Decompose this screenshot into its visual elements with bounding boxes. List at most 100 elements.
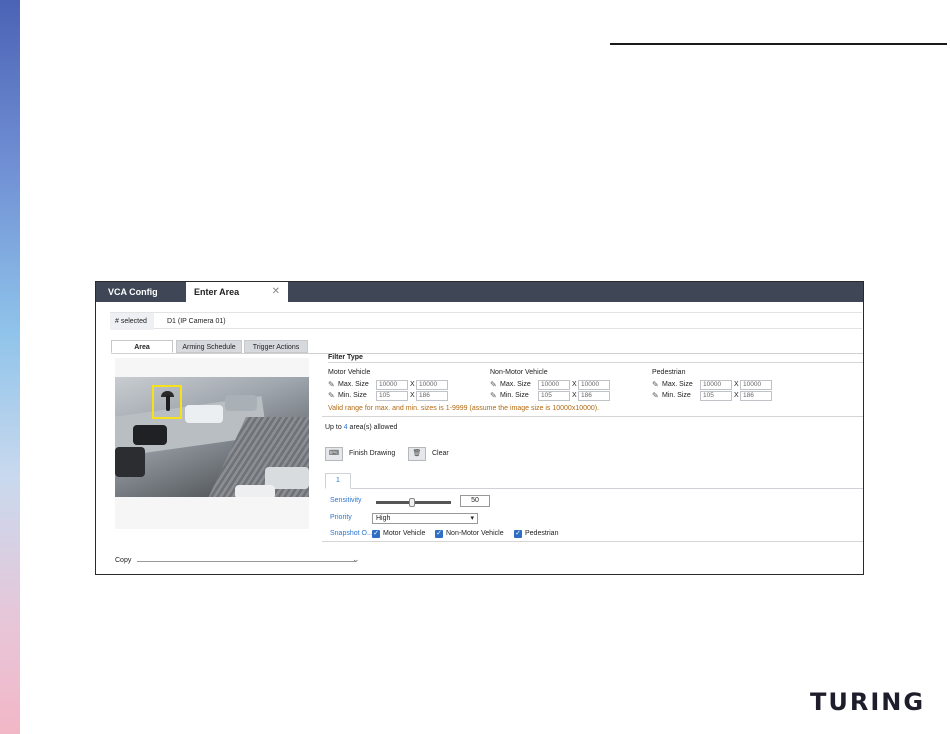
- vca-screenshot: VCA Config Enter Area ✕ # selected D1 (I…: [95, 281, 864, 575]
- pencil-icon[interactable]: ✎: [490, 391, 497, 401]
- tab-enter-area-label: Enter Area: [194, 287, 240, 297]
- min-size-label: Min. Size: [662, 392, 691, 399]
- max-size-row: ✎ Max. Size 10000 X 10000: [490, 380, 650, 391]
- subtab-divider: [111, 353, 863, 354]
- selected-camera: D1 (IP Camera 01): [167, 318, 226, 325]
- max-height-input[interactable]: 10000: [416, 380, 448, 390]
- section-divider: [322, 541, 863, 542]
- tab-bar: VCA Config Enter Area ✕: [96, 282, 863, 302]
- close-icon[interactable]: ✕: [272, 282, 280, 302]
- snapshot-label: Snapshot O...: [330, 530, 373, 537]
- section-divider: [322, 416, 863, 417]
- max-height-input[interactable]: 10000: [740, 380, 772, 390]
- priority-label: Priority: [330, 514, 352, 521]
- sensitivity-label: Sensitivity: [330, 497, 362, 504]
- subtab-arming-schedule[interactable]: Arming Schedule: [176, 340, 242, 353]
- copy-label[interactable]: Copy: [115, 557, 131, 564]
- times-sign: X: [734, 392, 739, 399]
- column-title: Motor Vehicle: [328, 369, 371, 376]
- min-width-input[interactable]: 105: [538, 391, 570, 401]
- min-size-row: ✎ Min. Size 105 X 186: [490, 391, 650, 402]
- filter-column-motor-vehicle: Motor Vehicle ✎ Max. Size 10000 X 10000 …: [328, 369, 488, 402]
- min-size-label: Min. Size: [500, 392, 529, 399]
- priority-value: High: [376, 515, 391, 522]
- pedestrian-checkbox[interactable]: ✓: [514, 530, 522, 538]
- motor-vehicle-checkbox[interactable]: ✓: [372, 530, 380, 538]
- gradient-side-bar: [0, 0, 20, 734]
- area-limit-count: 4: [343, 424, 348, 431]
- camera-live-image[interactable]: [115, 377, 309, 497]
- car: [115, 447, 145, 477]
- max-size-row: ✎ Max. Size 10000 X 10000: [328, 380, 488, 391]
- max-width-input[interactable]: 10000: [376, 380, 408, 390]
- max-width-input[interactable]: 10000: [700, 380, 732, 390]
- copy-divider: [137, 561, 355, 562]
- area-limit-suffix: area(s) allowed: [349, 424, 398, 431]
- pencil-icon[interactable]: ✎: [328, 380, 335, 390]
- pencil-icon[interactable]: ✎: [652, 391, 659, 401]
- min-width-input[interactable]: 105: [376, 391, 408, 401]
- valid-range-note: Valid range for max. and min. sizes is 1…: [328, 405, 600, 412]
- min-size-row: ✎ Min. Size 105 X 186: [652, 391, 812, 402]
- tab-area-1[interactable]: 1: [325, 473, 351, 489]
- pencil-icon[interactable]: ✎: [490, 380, 497, 390]
- chevron-down-icon: ▾: [470, 515, 474, 522]
- subtab-trigger-actions[interactable]: Trigger Actions: [244, 340, 308, 353]
- subtab-area[interactable]: Area: [111, 340, 173, 353]
- max-size-label: Max. Size: [338, 381, 369, 388]
- area-limit-prefix: Up to: [325, 424, 342, 431]
- selected-label: # selected: [110, 313, 154, 330]
- filter-column-pedestrian: Pedestrian ✎ Max. Size 10000 X 10000 ✎ M…: [652, 369, 812, 402]
- car: [225, 395, 257, 411]
- times-sign: X: [572, 392, 577, 399]
- area-limit-text: Up to 4 area(s) allowed: [325, 424, 397, 431]
- column-title: Non-Motor Vehicle: [490, 369, 548, 376]
- max-width-input[interactable]: 10000: [538, 380, 570, 390]
- top-divider: [610, 43, 947, 45]
- detection-area-box[interactable]: [152, 385, 182, 419]
- motor-vehicle-checkbox-label[interactable]: Motor Vehicle: [383, 530, 425, 537]
- selected-camera-row: # selected D1 (IP Camera 01): [110, 312, 862, 330]
- pencil-icon[interactable]: ✎: [652, 380, 659, 390]
- finish-drawing-label[interactable]: Finish Drawing: [349, 450, 395, 457]
- max-size-row: ✎ Max. Size 10000 X 10000: [652, 380, 812, 391]
- min-height-input[interactable]: 186: [578, 391, 610, 401]
- times-sign: X: [572, 381, 577, 388]
- finish-drawing-button[interactable]: ⌨: [325, 447, 343, 461]
- pedestrian-checkbox-label[interactable]: Pedestrian: [525, 530, 558, 537]
- pencil-icon[interactable]: ✎: [328, 391, 335, 401]
- min-height-input[interactable]: 186: [740, 391, 772, 401]
- column-title: Pedestrian: [652, 369, 686, 376]
- priority-select[interactable]: High ▾: [372, 513, 478, 524]
- tab-enter-area[interactable]: Enter Area ✕: [186, 282, 288, 302]
- non-motor-vehicle-checkbox[interactable]: ✓: [435, 530, 443, 538]
- keyboard-icon: ⌨: [328, 450, 340, 457]
- non-motor-vehicle-checkbox-label[interactable]: Non-Motor Vehicle: [446, 530, 504, 537]
- chevron-down-icon[interactable]: ⌄: [352, 554, 360, 565]
- times-sign: X: [410, 381, 415, 388]
- car: [185, 405, 223, 423]
- trash-icon: 🗑: [412, 450, 422, 457]
- min-size-label: Min. Size: [338, 392, 367, 399]
- times-sign: X: [410, 392, 415, 399]
- car: [133, 425, 167, 445]
- min-width-input[interactable]: 105: [700, 391, 732, 401]
- turing-logo: TURING: [810, 688, 926, 716]
- filter-type-title: Filter Type: [328, 354, 363, 361]
- max-size-label: Max. Size: [500, 381, 531, 388]
- filter-column-non-motor-vehicle: Non-Motor Vehicle ✎ Max. Size 10000 X 10…: [490, 369, 650, 402]
- clear-label[interactable]: Clear: [432, 450, 449, 457]
- slide: VCA Config Enter Area ✕ # selected D1 (I…: [0, 0, 950, 734]
- sensitivity-slider-handle[interactable]: [409, 498, 415, 507]
- car: [235, 485, 275, 497]
- min-size-row: ✎ Min. Size 105 X 186: [328, 391, 488, 402]
- area-tabs: 1: [325, 473, 863, 489]
- min-height-input[interactable]: 186: [416, 391, 448, 401]
- sensitivity-value-input[interactable]: 50: [460, 495, 490, 507]
- pedestrian-figure: [166, 395, 170, 411]
- max-size-label: Max. Size: [662, 381, 693, 388]
- tab-vca-config[interactable]: VCA Config: [96, 282, 186, 302]
- times-sign: X: [734, 381, 739, 388]
- max-height-input[interactable]: 10000: [578, 380, 610, 390]
- clear-button[interactable]: 🗑: [408, 447, 426, 461]
